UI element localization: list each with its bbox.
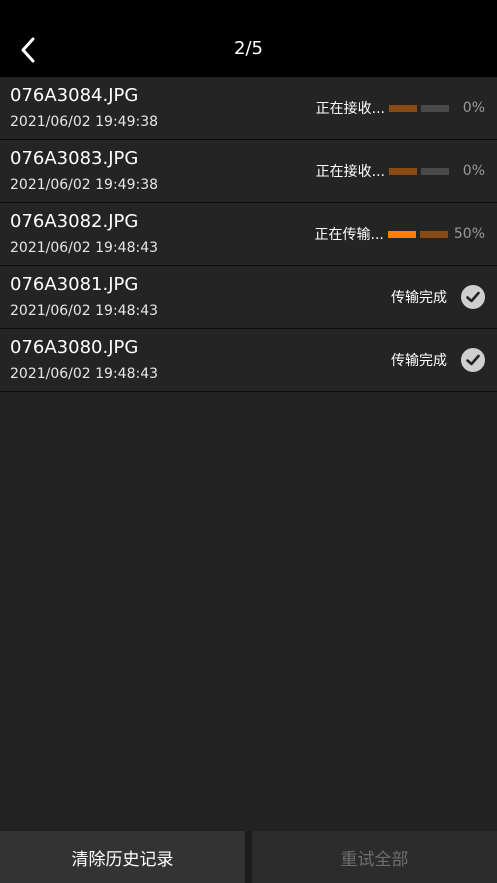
- file-time: 2021/06/02 19:49:38: [10, 177, 159, 193]
- check-circle-icon: [461, 348, 485, 372]
- progress-segment-1: [387, 230, 416, 238]
- status-label: 传输完成: [391, 353, 447, 369]
- transfer-screen: 2/5 076A3084.JPG 2021/06/02 19:49:38 正在接…: [0, 0, 497, 883]
- check-circle-icon: [461, 285, 485, 309]
- status-label: 传输完成: [391, 290, 447, 306]
- progress-bar: [389, 104, 449, 112]
- file-name: 076A3083.JPG: [10, 148, 139, 169]
- progress-percent: 0%: [462, 100, 485, 116]
- transfer-row[interactable]: 076A3084.JPG 2021/06/02 19:49:38 正在接收...…: [0, 77, 497, 140]
- transfer-status: 正在接收... 0%: [316, 140, 485, 202]
- progress-bar: [387, 230, 448, 238]
- transfer-status: 正在接收... 0%: [316, 77, 485, 139]
- file-time: 2021/06/02 19:48:43: [10, 366, 159, 382]
- transfer-row[interactable]: 076A3082.JPG 2021/06/02 19:48:43 正在传输...…: [0, 203, 497, 266]
- progress-segment-1: [389, 167, 417, 175]
- status-label: 正在接收...: [315, 164, 385, 180]
- progress-bar: [389, 167, 449, 175]
- status-label: 正在传输...: [314, 227, 384, 243]
- file-time: 2021/06/02 19:49:38: [10, 114, 159, 130]
- transfer-status: 正在传输... 50%: [315, 203, 485, 265]
- transfer-row[interactable]: 076A3083.JPG 2021/06/02 19:49:38 正在接收...…: [0, 140, 497, 203]
- progress-percent: 0%: [462, 163, 485, 179]
- transfer-status: 传输完成: [391, 266, 485, 328]
- file-name: 076A3082.JPG: [10, 211, 139, 232]
- file-name: 076A3081.JPG: [10, 274, 139, 295]
- progress-segment-2: [421, 167, 449, 175]
- status-label: 正在接收...: [315, 101, 385, 117]
- progress-percent: 50%: [453, 226, 485, 242]
- file-name: 076A3080.JPG: [10, 337, 139, 358]
- page-title: 2/5: [234, 38, 263, 59]
- file-time: 2021/06/02 19:48:43: [10, 303, 159, 319]
- transfer-row[interactable]: 076A3080.JPG 2021/06/02 19:48:43 传输完成: [0, 329, 497, 392]
- retry-all-button[interactable]: 重试全部: [252, 831, 497, 883]
- progress-segment-2: [421, 104, 449, 112]
- nav-bar: 2/5: [0, 0, 497, 77]
- transfer-list: 076A3084.JPG 2021/06/02 19:49:38 正在接收...…: [0, 77, 497, 392]
- transfer-row[interactable]: 076A3081.JPG 2021/06/02 19:48:43 传输完成: [0, 266, 497, 329]
- file-time: 2021/06/02 19:48:43: [10, 240, 159, 256]
- progress-segment-1: [389, 104, 417, 112]
- transfer-status: 传输完成: [391, 329, 485, 391]
- footer-bar: 清除历史记录 重试全部: [0, 831, 497, 883]
- progress-segment-2: [419, 230, 448, 238]
- clear-history-button[interactable]: 清除历史记录: [0, 831, 245, 883]
- file-name: 076A3084.JPG: [10, 85, 139, 106]
